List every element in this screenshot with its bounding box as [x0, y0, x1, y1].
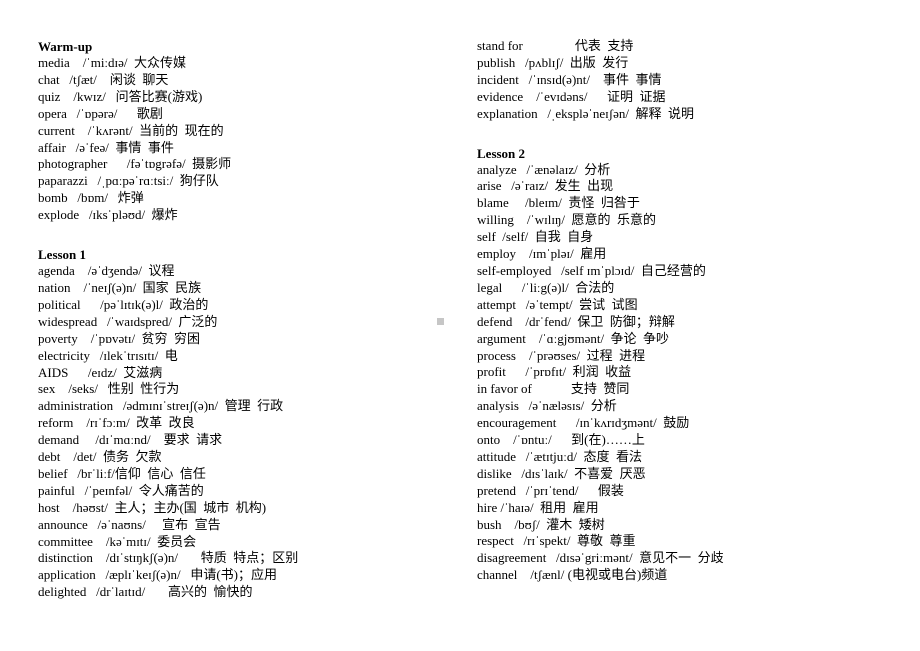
section-heading: Lesson 1 — [38, 247, 87, 263]
vocabulary-entry: analyze /ˈænəlaɪz/ 分析 — [477, 161, 611, 177]
vocabulary-entry: blame /bleɪm/ 责怪 归咎于 — [477, 195, 640, 211]
vocabulary-entry: explanation /ˌekspləˈneɪʃən/ 解释 说明 — [477, 105, 694, 121]
document-page: Warm-up media /ˈmiːdɪə/ 大众传媒 chat /tʃæt/ 闲… — [0, 0, 920, 651]
vocabulary-entry: arise /əˈraɪz/ 发生 出现 — [477, 178, 614, 194]
vocabulary-entry: media /ˈmiːdɪə/ 大众传媒 — [38, 55, 187, 70]
vocabulary-entry: widespread /ˈwaɪdspred/ 广泛的 — [38, 313, 218, 329]
vocabulary-entry: belief /brˈliːf/信仰 信心 信任 — [38, 465, 206, 481]
section-heading: Warm-up — [38, 39, 93, 54]
vocabulary-entry: defend /drˈfend/ 保卫 防御；辩解 — [477, 313, 675, 329]
vocabulary-entry: channel /tʃænl/ (电视或电台)频道 — [477, 567, 668, 583]
vocabulary-entry: bush /bʊʃ/ 灌木 矮树 — [477, 516, 605, 532]
vocabulary-entry: electricity /ɪlekˈtrɪsɪtɪ/ 电 — [38, 347, 178, 363]
vocabulary-entry: affair /əˈfeə/ 事情 事件 — [38, 139, 174, 155]
vocabulary-entry: host /həʊst/ 主人；主办(国 城市 机构) — [38, 499, 267, 515]
vocabulary-entry: respect /rɪˈspekt/ 尊敬 尊重 — [477, 533, 636, 549]
vocabulary-entry: onto /ˈɒntuː/ 到(在)……上 — [477, 432, 645, 448]
vocabulary-entry: opera /ˈɒpərə/ 歌剧 — [38, 105, 163, 121]
vocabulary-entry: process /ˈprəʊses/ 过程 进程 — [477, 347, 646, 363]
vocabulary-entry: committee /kəˈmɪtɪ/ 委员会 — [38, 533, 197, 549]
vocabulary-entry: bomb /bɒm/ 炸弹 — [38, 190, 144, 206]
vocabulary-entry: attempt /əˈtempt/ 尝试 试图 — [477, 296, 638, 312]
right-column: stand for 代表 支持 publish /pʌblɪʃ/ 出版 发行 inc… — [477, 38, 887, 584]
vocabulary-entry: application /æplɪˈkeɪʃ(ə)n/ 申请(书)；应用 — [38, 567, 278, 583]
gutter-marker-square — [437, 318, 444, 325]
vocabulary-entry: poverty /ˈpɒvətɪ/ 贫穷 穷困 — [38, 330, 201, 346]
vocabulary-entry: announce /əˈnaʊns/ 宣布 宣告 — [38, 516, 221, 532]
vocabulary-entry: AIDS /eɪdz/ 艾滋病 — [38, 364, 163, 380]
vocabulary-entry: demand /dɪˈmɑːnd/ 要求 请求 — [38, 432, 223, 448]
vocabulary-entry: sex /seks/ 性别 性行为 — [38, 381, 180, 397]
vocabulary-entry: quiz /kwɪz/ 问答比赛(游戏) — [38, 88, 203, 104]
vocabulary-entry: nation /ˈneɪʃ(ə)n/ 国家 民族 — [38, 279, 202, 295]
vocabulary-entry: disagreement /dɪsəˈgriːmənt/ 意见不一 分歧 — [477, 550, 724, 566]
vocabulary-entry: dislike /dɪsˈlaɪk/ 不喜爱 厌恶 — [477, 465, 646, 481]
vocabulary-entry: painful /ˈpeɪnfəl/ 令人痛苦的 — [38, 482, 204, 498]
vocabulary-entry: self-employed /self ɪmˈplɔɪd/ 自己经营的 — [477, 262, 706, 278]
vocabulary-entry: attitude /ˈætɪtjuːd/ 态度 看法 — [477, 448, 643, 464]
vocabulary-entry: incident /ˈɪnsɪd(ə)nt/ 事件 事情 — [477, 71, 662, 87]
vocabulary-entry: explode /ɪksˈpləʊd/ 爆炸 — [38, 207, 178, 223]
vocabulary-entry: pretend /ˈprɪˈtend/ 假装 — [477, 482, 624, 498]
vocabulary-entry: administration /ədmɪnɪˈstreɪʃ(ə)n/ 管理 行政 — [38, 398, 284, 414]
vocabulary-entry: stand for 代表 支持 — [477, 38, 634, 53]
vocabulary-entry: photographer /fəˈtɒgrəfə/ 摄影师 — [38, 156, 232, 172]
vocabulary-entry: paparazzi /ˌpɑːpəˈrɑːtsiː/ 狗仔队 — [38, 173, 219, 189]
vocabulary-entry: current /ˈkʌrənt/ 当前的 现在的 — [38, 122, 224, 138]
vocabulary-entry: employ /ɪmˈpləɪ/ 雇用 — [477, 246, 607, 262]
vocabulary-entry: publish /pʌblɪʃ/ 出版 发行 — [477, 54, 629, 70]
vocabulary-entry: self /self/ 自我 自身 — [477, 229, 594, 245]
vocabulary-entry: encouragement /ɪnˈkʌrɪdʒmənt/ 鼓励 — [477, 415, 690, 431]
section-heading: Lesson 2 — [477, 145, 526, 161]
vocabulary-entry: debt /det/ 债务 欠款 — [38, 449, 162, 465]
vocabulary-entry: chat /tʃæt/ 闲谈 聊天 — [38, 71, 169, 87]
vocabulary-entry: agenda /əˈdʒendə/ 议程 — [38, 263, 175, 279]
vocabulary-entry: distinction /dɪˈstɪŋkʃ(ə)n/ 特质 特点；区别 — [38, 550, 299, 566]
vocabulary-entry: reform /rɪˈfɔːm/ 改革 改良 — [38, 415, 195, 431]
vocabulary-entry: delighted /drˈlaɪtɪd/ 高兴的 愉快的 — [38, 584, 253, 600]
vocabulary-entry: argument /ˈɑːgjʊmənt/ 争论 争吵 — [477, 330, 670, 346]
vocabulary-entry: evidence /ˈevɪdəns/ 证明 证据 — [477, 88, 666, 104]
left-column: Warm-up media /ˈmiːdɪə/ 大众传媒 chat /tʃæt/ 闲… — [38, 38, 438, 601]
vocabulary-entry: legal /ˈliːg(ə)l/ 合法的 — [477, 279, 615, 295]
vocabulary-entry: hire /ˈhaɪə/ 租用 雇用 — [477, 499, 599, 515]
vocabulary-entry: profit /ˈprɒfɪt/ 利润 收益 — [477, 364, 632, 380]
vocabulary-entry: political /pəˈlɪtɪk(ə)l/ 政治的 — [38, 296, 209, 312]
vocabulary-entry: willing /ˈwɪlɪŋ/ 愿意的 乐意的 — [477, 212, 657, 228]
vocabulary-entry: in favor of 支持 赞同 — [477, 381, 630, 397]
vocabulary-entry: analysis /əˈnæləsɪs/ 分析 — [477, 398, 617, 414]
